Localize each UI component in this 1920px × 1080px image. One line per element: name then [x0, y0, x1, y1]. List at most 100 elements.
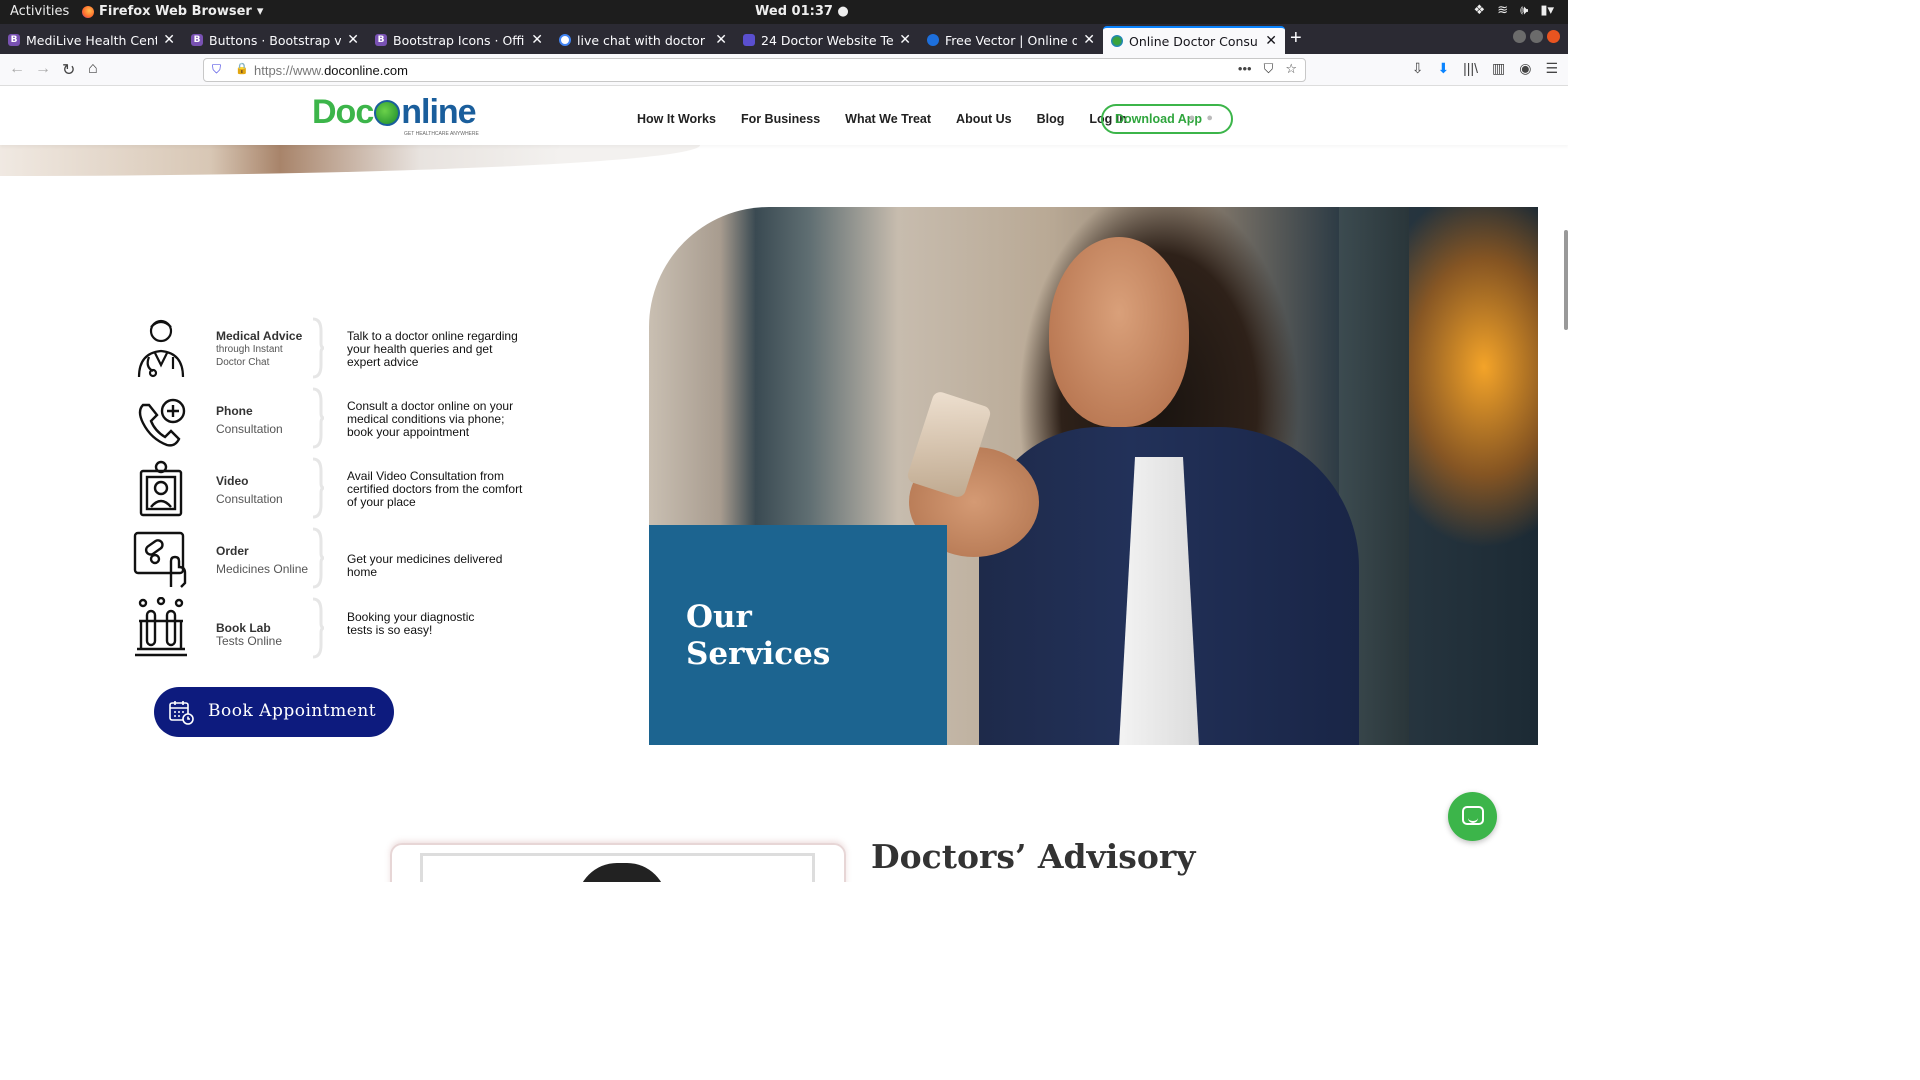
service-subtitle: Consultation — [216, 422, 283, 436]
reload-icon[interactable]: ↻ — [62, 60, 75, 80]
close-icon[interactable]: ✕ — [347, 32, 359, 48]
close-icon[interactable]: ✕ — [531, 32, 543, 48]
shield-icon[interactable]: ⛉ — [212, 62, 221, 77]
library-icon[interactable]: |||\ — [1463, 60, 1478, 77]
doconline-favicon-icon — [1111, 35, 1123, 47]
wifi-icon[interactable]: ≋ — [1497, 3, 1508, 18]
main-menu: How It Works For Business What We Treat … — [637, 112, 1152, 126]
close-icon[interactable]: ✕ — [1265, 33, 1277, 49]
brace-divider — [312, 387, 325, 449]
new-tab-icon[interactable]: + — [1290, 27, 1302, 50]
brace-divider — [312, 317, 325, 379]
tab-online-doctor[interactable]: Online Doctor Consultati ✕ — [1103, 26, 1285, 54]
google-favicon-icon — [559, 34, 571, 46]
service-description: Talk to a doctor online regarding your h… — [347, 329, 518, 369]
service-subtitle: Consultation — [216, 492, 283, 506]
toolbar-right: ⇩ ⬇ |||\ ▥ ◉ ☰ — [1412, 60, 1558, 77]
close-icon[interactable]: ✕ — [1083, 32, 1095, 48]
close-icon[interactable]: ✕ — [899, 32, 911, 48]
minimize-icon[interactable] — [1513, 30, 1526, 43]
service-book-lab[interactable]: Book Lab Tests Online Booking your diagn… — [133, 597, 533, 659]
phone-plus-icon — [138, 398, 186, 447]
bookmark-star-icon[interactable]: ☆ — [1285, 61, 1297, 77]
download-app-button[interactable]: Download App ● ● — [1101, 104, 1233, 134]
system-top-bar: Activities Firefox Web Browser ▾ Wed 01:… — [0, 0, 1568, 24]
close-icon[interactable]: ✕ — [715, 32, 727, 48]
home-icon[interactable]: ⌂ — [88, 60, 98, 78]
download-icon[interactable]: ⬇ — [1437, 60, 1449, 77]
service-title: Medical Advice — [216, 329, 303, 343]
tab-title: MediLive Health Center — [26, 32, 158, 48]
account-icon[interactable]: ◉ — [1519, 60, 1531, 77]
page-scrollbar[interactable] — [1564, 230, 1568, 330]
pocket-icon[interactable]: ⛉ — [1264, 61, 1274, 77]
tab-strip: B MediLive Health Center ✕ B Buttons · B… — [0, 24, 1568, 54]
doctor-photo-frame — [390, 843, 846, 882]
lock-icon[interactable]: 🔒 — [235, 62, 249, 75]
app-menu-label: Firefox Web Browser — [99, 4, 252, 19]
volume-icon[interactable]: 🕪 — [1520, 3, 1528, 18]
service-subtitle: Tests Online — [216, 634, 283, 648]
brace-divider — [312, 527, 325, 589]
our-services-line2: Services — [686, 636, 831, 672]
maximize-icon[interactable] — [1530, 30, 1543, 43]
chevron-down-icon: ▾ — [256, 4, 264, 19]
battery-icon[interactable]: ▮▾ — [1540, 3, 1554, 18]
url-host: doconline.com — [324, 63, 408, 78]
service-description: Consult a doctor online on your medical … — [347, 399, 514, 439]
menu-what-we-treat[interactable]: What We Treat — [845, 112, 931, 126]
doconline-logo[interactable]: Doc nline GET HEALTHCARE ANYWHERE — [312, 93, 479, 137]
page-actions-icon[interactable]: ••• — [1238, 61, 1252, 77]
service-order-medicines[interactable]: Order Medicines Online Get your medicine… — [133, 527, 533, 589]
url-text[interactable]: https://www.doconline.com — [254, 63, 408, 78]
app-menu[interactable]: Firefox Web Browser ▾ — [82, 4, 263, 19]
forward-icon[interactable]: → — [35, 60, 51, 78]
doctors-advisory-heading: Doctors’ Advisory — [871, 837, 1196, 876]
tab-title: Bootstrap Icons · Official — [393, 32, 525, 48]
tab-live-chat[interactable]: live chat with doctor tem ✕ — [551, 26, 735, 54]
tab-title: Free Vector | Online doct — [945, 32, 1078, 48]
menu-how-it-works[interactable]: How It Works — [637, 112, 716, 126]
tab-medilive[interactable]: B MediLive Health Center ✕ — [0, 26, 183, 54]
navigation-toolbar: ← → ↻ ⌂ ⛉ 🔒 https://www.doconline.com ••… — [0, 54, 1568, 86]
brace-divider — [312, 457, 325, 519]
clock[interactable]: Wed 01:37 ● — [755, 4, 849, 19]
system-tray[interactable]: ❖ ≋ 🕪 ▮▾ — [1474, 3, 1554, 18]
tab-doctor-templates[interactable]: 24 Doctor Website Temp ✕ — [735, 26, 919, 54]
save-to-pocket-icon[interactable]: ⇩ — [1412, 60, 1424, 77]
hamburger-menu-icon[interactable]: ☰ — [1545, 60, 1558, 77]
tab-free-vector[interactable]: Free Vector | Online doct ✕ — [919, 26, 1103, 54]
sidebar-icon[interactable]: ▥ — [1492, 60, 1505, 77]
url-bar[interactable]: ⛉ 🔒 https://www.doconline.com ••• ⛉ ☆ — [203, 58, 1306, 82]
service-video-consultation[interactable]: Video Consultation Avail Video Consultat… — [133, 457, 533, 519]
window-controls — [1513, 30, 1560, 43]
close-window-icon[interactable] — [1547, 30, 1560, 43]
service-name: Medical Advice through Instant Doctor Ch… — [216, 330, 302, 369]
menu-for-business[interactable]: For Business — [741, 112, 820, 126]
site-header: Doc nline GET HEALTHCARE ANYWHERE How It … — [0, 87, 1568, 145]
envato-favicon-icon — [743, 34, 755, 46]
globe-icon — [374, 100, 401, 126]
close-icon[interactable]: ✕ — [163, 32, 175, 48]
tab-buttons-bootstrap[interactable]: B Buttons · Bootstrap v5.0 ✕ — [183, 26, 367, 54]
service-name: Order Medicines Online — [216, 545, 308, 576]
menu-blog[interactable]: Blog — [1037, 112, 1065, 126]
live-chat-button[interactable] — [1448, 792, 1497, 841]
book-appointment-button[interactable]: Book Appointment — [154, 687, 394, 737]
menu-about-us[interactable]: About Us — [956, 112, 1012, 126]
calendar-icon — [169, 701, 194, 725]
tab-title: Buttons · Bootstrap v5.0 — [209, 32, 342, 48]
service-phone-consultation[interactable]: Phone Consultation Consult a doctor onli… — [133, 387, 533, 449]
dropbox-icon[interactable]: ❖ — [1474, 3, 1486, 18]
tab-title: 24 Doctor Website Temp — [761, 32, 894, 48]
service-description: Booking your diagnostic tests is so easy… — [347, 610, 475, 637]
photo-face — [1049, 237, 1189, 427]
service-subtitle: Doctor Chat — [216, 357, 270, 368]
freepik-favicon-icon — [927, 34, 939, 46]
service-subtitle: Medicines Online — [216, 562, 309, 576]
service-medical-advice[interactable]: Medical Advice through Instant Doctor Ch… — [133, 317, 533, 379]
back-icon[interactable]: ← — [9, 60, 25, 78]
tab-title: Online Doctor Consultati — [1129, 33, 1259, 49]
tab-bootstrap-icons[interactable]: B Bootstrap Icons · Official ✕ — [367, 26, 551, 54]
activities-button[interactable]: Activities — [10, 4, 69, 19]
